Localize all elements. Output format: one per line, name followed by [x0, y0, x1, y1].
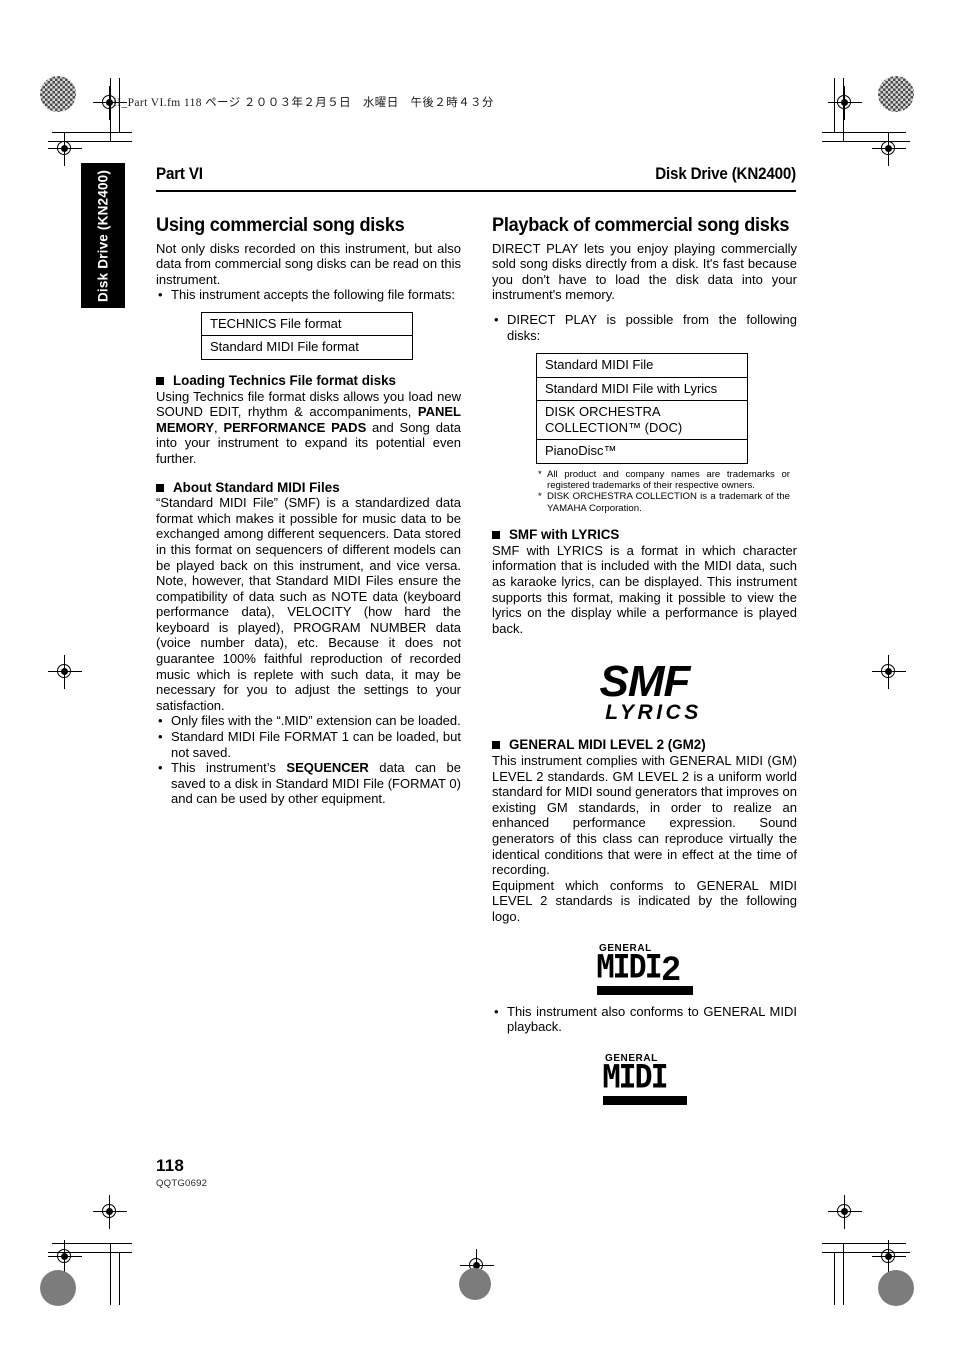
gm2-paragraph-1: This instrument complies with GENERAL MI… [492, 753, 797, 878]
right-bullet-disks: DIRECT PLAY is possible from the followi… [492, 312, 797, 343]
left-section-title: Using commercial song disks [156, 214, 405, 236]
table-row: Standard MIDI File [536, 353, 748, 378]
smf-bullet-1: Only files with the “.MID” extension can… [156, 713, 461, 729]
right-intro-paragraph: DIRECT PLAY lets you enjoy playing comme… [492, 240, 797, 303]
chapter-thumb-tab: Disk Drive (KN2400) [81, 163, 125, 308]
gm-logo-midi-text: MIDI [602, 1058, 669, 1096]
disk-type-cell: Standard MIDI File [536, 353, 748, 378]
header-rule [156, 190, 796, 192]
smf-bullet-3: This instrument’s SEQUENCER data can be … [156, 760, 461, 807]
about-smf-paragraph: “Standard MIDI File” (SMF) is a standard… [156, 495, 461, 713]
table-row: DISK ORCHESTRA COLLECTION™ (DOC) [536, 400, 748, 441]
heading-general-midi-level-2: GENERAL MIDI LEVEL 2 (GM2) [492, 737, 797, 753]
fm-file-header: II_Part VI.fm 118 ページ ２００３年２月５日 水曜日 午後２時… [113, 97, 494, 109]
disk-type-cell: Standard MIDI File with Lyrics [536, 376, 748, 402]
gm2-paragraph-2: Equipment which conforms to GENERAL MIDI… [492, 877, 797, 924]
right-column: Playback of commercial song disks DIRECT… [492, 214, 797, 1105]
left-intro-paragraph: Not only disks recorded on this instrume… [156, 240, 461, 287]
running-head-left: Part VI [156, 165, 203, 183]
heading-loading-technics: Loading Technics File format disks [156, 373, 461, 389]
heading-smf-with-lyrics: SMF with LYRICS [492, 527, 797, 543]
left-bullet-formats: This instrument accepts the following fi… [156, 287, 461, 303]
direct-play-disk-table: Standard MIDI File Standard MIDI File wi… [536, 353, 748, 464]
gm-playback-bullet: This instrument also conforms to GENERAL… [492, 1004, 797, 1035]
table-row: Standard MIDI File with Lyrics [536, 376, 748, 402]
file-format-table-wrapper: TECHNICS File format Standard MIDI File … [201, 311, 413, 360]
smf-bullet-2: Standard MIDI File FORMAT 1 can be loade… [156, 729, 461, 760]
sequencer-bold: SEQUENCER [286, 760, 369, 776]
heading-general-midi-level-2-label: GENERAL MIDI LEVEL 2 (GM2) [509, 737, 706, 753]
file-format-cell: Standard MIDI File format [201, 335, 413, 360]
smf-lyrics-paragraph: SMF with LYRICS is a format in which cha… [492, 542, 797, 636]
part-number: QQTG0692 [156, 1178, 208, 1189]
file-format-table: TECHNICS File format Standard MIDI File … [201, 311, 413, 360]
smf-logo-lyrics-wordmark: LYRICS [605, 701, 702, 725]
gm-logo-midi-row: MIDI [602, 1058, 687, 1096]
heading-loading-technics-label: Loading Technics File format disks [173, 372, 396, 388]
general-midi-logo: GENERAL MIDI [602, 1052, 687, 1105]
heading-about-smf: About Standard MIDI Files [156, 480, 461, 496]
trademark-footnotes: All product and company names are tradem… [538, 469, 790, 515]
direct-play-table-wrapper: Standard MIDI File Standard MIDI File wi… [536, 353, 748, 464]
disk-type-cell: PianoDisc™ [536, 439, 748, 464]
table-row: TECHNICS File format [201, 311, 413, 337]
heading-smf-with-lyrics-label: SMF with LYRICS [509, 527, 620, 543]
smf-logo-wordmark: SMF [599, 657, 691, 707]
smf-lyrics-logo: SMF LYRICS [492, 657, 797, 725]
running-head-right: Disk Drive (KN2400) [655, 165, 796, 183]
chapter-thumb-tab-label: Disk Drive (KN2400) [95, 169, 111, 302]
smf-bullet-3-text-1: This instrument’s [171, 760, 287, 776]
table-row: PianoDisc™ [536, 439, 748, 464]
footnote-2: DISK ORCHESTRA COLLECTION is a trademark… [538, 491, 790, 514]
gm2-logo-level-text: 2 [661, 949, 681, 988]
heading-about-smf-label: About Standard MIDI Files [173, 479, 340, 495]
manual-page: II_Part VI.fm 118 ページ ２００３年２月５日 水曜日 午後２時… [0, 0, 954, 1351]
performance-pads-bold: PERFORMANCE PADS [223, 419, 367, 435]
right-section-title: Playback of commercial song disks [492, 214, 790, 236]
loading-text-1: Using Technics file format disks allows … [156, 388, 461, 420]
general-midi-2-logo: GENERAL MIDI 2 [596, 942, 693, 995]
loading-technics-paragraph: Using Technics file format disks allows … [156, 389, 461, 467]
footnote-1: All product and company names are tradem… [538, 469, 790, 492]
gm2-logo-midi-row: MIDI 2 [596, 948, 693, 988]
left-column: Using commercial song disks Not only dis… [156, 214, 461, 807]
file-format-cell: TECHNICS File format [201, 311, 413, 337]
gm2-logo-midi-text: MIDI [596, 948, 663, 986]
disk-type-cell: DISK ORCHESTRA COLLECTION™ (DOC) [536, 400, 748, 441]
gm-logo-bar [602, 1095, 687, 1105]
page-number: 118 [156, 1156, 185, 1175]
table-row: Standard MIDI File format [201, 335, 413, 360]
